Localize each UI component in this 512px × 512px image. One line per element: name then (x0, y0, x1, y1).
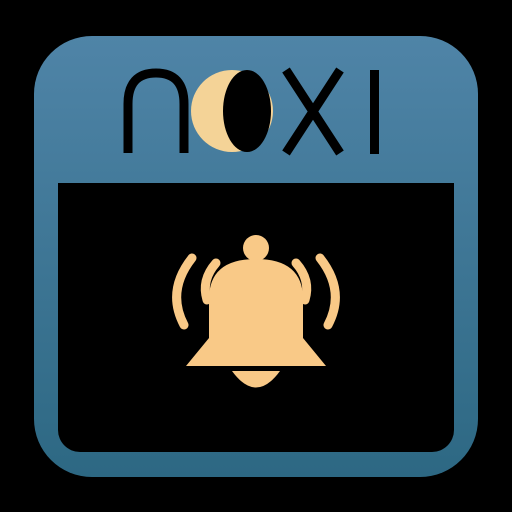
app-icon-stage (0, 0, 512, 512)
noxi-app-icon (22, 22, 490, 488)
screen-panel-top-edge (58, 183, 454, 213)
logo-letter-i (370, 70, 379, 154)
crescent-moon-icon (191, 70, 273, 152)
